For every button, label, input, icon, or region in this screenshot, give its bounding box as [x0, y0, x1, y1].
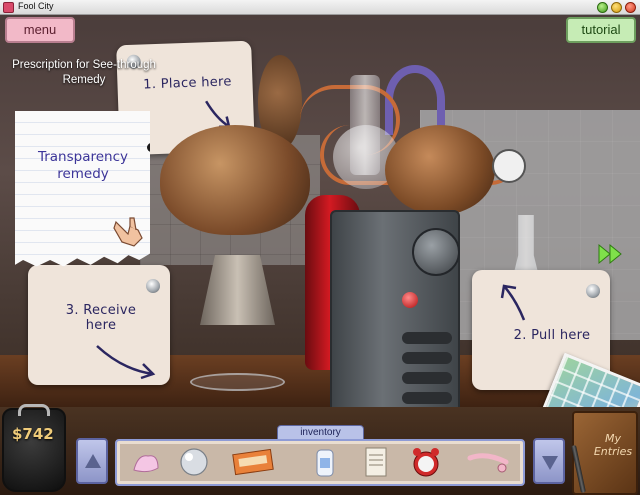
- instruction-note-receive: 3. Receive here: [28, 265, 170, 385]
- maximize-button[interactable]: [611, 2, 622, 13]
- minimize-button[interactable]: [597, 2, 608, 13]
- window-titlebar: Fool City: [0, 0, 640, 15]
- arrow-right-icon: [96, 345, 156, 380]
- inventory-scroll-down-button[interactable]: [533, 438, 565, 484]
- close-button[interactable]: [625, 2, 636, 13]
- machine-grill: [402, 392, 452, 404]
- pushpin-icon: [146, 279, 160, 293]
- machine-grill: [402, 372, 452, 384]
- purse-clasp: [18, 404, 50, 416]
- fast-forward-icon[interactable]: [598, 243, 624, 265]
- chevron-down-icon: [542, 456, 558, 470]
- chevron-up-icon: [85, 454, 101, 468]
- machine-grill: [402, 352, 452, 364]
- app-icon: [3, 2, 14, 13]
- pink-powder-icon[interactable]: [128, 444, 164, 480]
- instruction-receive-text: 3. Receive here: [65, 303, 137, 333]
- ticket-pack-icon[interactable]: [230, 444, 276, 480]
- menu-button[interactable]: menu: [5, 17, 75, 43]
- journal-label: My Entries: [593, 432, 633, 458]
- receive-plate[interactable]: [190, 373, 285, 391]
- copper-retort: [385, 125, 495, 215]
- pushpin-icon: [586, 284, 600, 298]
- inventory-label: inventory: [277, 425, 364, 440]
- coin-purse[interactable]: [2, 404, 66, 492]
- pot-stand: [200, 255, 275, 325]
- lotion-bottle-icon[interactable]: [307, 444, 343, 480]
- instruction-pull-text: 2. Pull here: [513, 328, 591, 343]
- machine-grill: [402, 332, 452, 344]
- money-amount: $742: [12, 425, 54, 443]
- paper-note-icon[interactable]: [358, 444, 394, 480]
- glass-marble-icon[interactable]: [176, 444, 212, 480]
- copper-pot-slot[interactable]: [160, 125, 310, 235]
- pink-tool-icon[interactable]: [466, 444, 510, 480]
- arrow-up-icon: [500, 284, 526, 321]
- pressure-gauge-icon: [492, 149, 526, 183]
- recipe-card: Transparency remedy: [15, 111, 150, 267]
- tutorial-button[interactable]: tutorial: [566, 17, 636, 43]
- red-light-icon: [402, 292, 418, 308]
- pointing-hand-icon: [113, 217, 143, 247]
- inventory-scroll-up-button[interactable]: [76, 438, 108, 484]
- window-title: Fool City: [18, 1, 54, 11]
- alarm-clock-icon[interactable]: [408, 444, 444, 480]
- recipe-caption: Prescription for See-through Remedy: [12, 59, 156, 86]
- machine-lever[interactable]: [412, 228, 460, 276]
- recipe-title: Transparency remedy: [37, 149, 129, 182]
